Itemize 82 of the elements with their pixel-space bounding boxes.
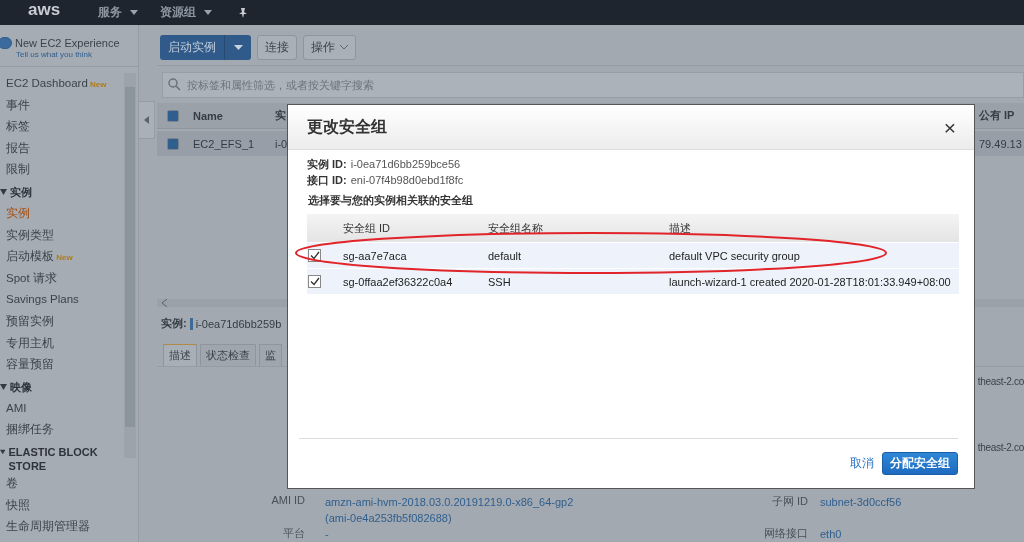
table-cell: launch-wizard-1 created 2020-01-28T18:01:33.949+08:00 <box>669 275 951 288</box>
field-label: AMI ID <box>271 494 305 506</box>
tab[interactable]: 描述 <box>163 344 197 366</box>
field-label: 子网 ID <box>771 495 808 507</box>
checkbox[interactable] <box>308 275 321 288</box>
sidebar-item[interactable]: 限制 <box>0 159 124 181</box>
table-cell-text: default <box>488 249 523 262</box>
field-label: 实例 ID: <box>307 157 347 172</box>
checkbox[interactable] <box>167 137 179 150</box>
toggle-label: New EC2 Experience <box>15 37 120 49</box>
column-header[interactable]: Name <box>179 109 275 122</box>
table-cell: default VPC security group <box>669 249 800 262</box>
field-label: 网络接口 <box>764 527 808 539</box>
dialog-title: 更改安全组 <box>307 116 387 137</box>
expand-triangle-icon[interactable] <box>0 188 7 195</box>
caret-icon <box>204 10 212 15</box>
tab[interactable]: 监 <box>259 344 282 366</box>
section-title: 实例 <box>10 184 32 199</box>
sidebar-item[interactable]: 预留实例 <box>0 310 124 333</box>
prompt-text: 选择要与您的实例相关联的安全组 <box>308 194 474 208</box>
collapse-handle[interactable] <box>139 101 155 139</box>
sidebar-item[interactable]: 实例 <box>0 202 124 225</box>
actions-button[interactable]: 操作 <box>303 35 356 60</box>
table-cell-text: EC2_EFS_1 <box>192 137 256 150</box>
sidebar-item[interactable]: 报告 <box>0 137 124 160</box>
sidebar-item[interactable]: 标签 <box>0 116 124 138</box>
field-value: i-0ea71d6bb259bce56 <box>350 157 461 172</box>
nav-menu[interactable]: 资源组 <box>160 4 212 21</box>
caret-icon <box>340 45 348 50</box>
field-value: subnet-3d0ccf56 <box>820 495 903 510</box>
table-cell-text: sg-0ffaa2ef36322c0a4 <box>343 275 454 288</box>
cancel-link[interactable]: 取消 <box>850 452 874 475</box>
sidebar-item[interactable]: 卷 <box>0 472 124 495</box>
table-cell-text: i-0 <box>275 137 289 150</box>
left-triangle-icon <box>144 116 149 124</box>
section-title: 映像 <box>10 379 32 394</box>
caret-icon <box>130 10 138 15</box>
connect-button[interactable]: 连接 <box>257 35 297 60</box>
feedback-link[interactable]: Tell us what you think <box>0 50 138 59</box>
table-cell-text: 79.49.13 <box>978 137 1022 150</box>
field-value: eni-07f4b98d0ebd1f8fc <box>350 173 464 188</box>
sidebar-item[interactable]: 捆绑任务 <box>0 419 124 441</box>
caret-icon[interactable] <box>233 45 243 50</box>
pin-icon[interactable] <box>238 7 248 18</box>
launch-button[interactable]: 启动实例 <box>160 35 251 60</box>
field-label: 接口 ID: <box>307 173 347 188</box>
column-header: 安全组名称 <box>488 220 544 236</box>
field-value: (ami-0e4a253fb5f082688) <box>325 511 453 526</box>
field-label: 平台 <box>283 527 305 539</box>
sidebar-item[interactable]: Spot 请求 <box>0 267 124 290</box>
sidebar-item[interactable]: 实例类型 <box>0 224 124 247</box>
sidebar-item[interactable]: 容量预留 <box>0 354 124 376</box>
field-value: theast-2.co <box>977 441 1024 455</box>
assign-button[interactable]: 分配安全组 <box>882 452 958 475</box>
instance-id: i-0ea71d6bb259b <box>195 317 282 330</box>
sidebar-item[interactable]: 事件 <box>0 94 124 117</box>
column-header: 安全组 ID <box>343 220 392 236</box>
sidebar-item[interactable]: EC2 Dashboard New <box>0 73 124 95</box>
sidebar-item[interactable]: AMI <box>0 397 124 420</box>
close-button[interactable]: × <box>943 116 956 138</box>
checkbox[interactable] <box>167 109 179 122</box>
column-header: 描述 <box>669 220 691 236</box>
field-value: - <box>325 527 330 542</box>
aws-logo[interactable]: aws <box>28 0 76 20</box>
field-value: eth0 <box>820 527 843 542</box>
nav-menu[interactable]: 服务 <box>98 4 138 21</box>
section-title: ELASTIC BLOCK STORE <box>8 444 99 473</box>
table-cell-text: sg-aa7e7aca <box>343 249 408 262</box>
tab[interactable]: 状态检查 <box>200 344 256 366</box>
instance-label: 实例: <box>161 316 187 331</box>
expand-triangle-icon[interactable] <box>0 383 7 390</box>
sidebar-item[interactable]: 专用主机 <box>0 332 124 355</box>
sidebar-item[interactable]: 快照 <box>0 494 124 517</box>
field-value: theast-2.co <box>977 375 1024 389</box>
scrollbar[interactable] <box>124 73 136 458</box>
field-value: amzn-ami-hvm-2018.03.0.20191219.0-x86_64-gp2 <box>325 495 575 510</box>
sidebar-item[interactable]: 启动模板 New <box>0 246 124 268</box>
expand-triangle-icon[interactable] <box>0 448 6 455</box>
sidebar-item[interactable]: Savings Plans <box>0 289 124 311</box>
table-cell-text: SSH <box>488 275 512 288</box>
toggle-switch[interactable] <box>0 37 12 49</box>
sidebar-item[interactable]: 生命周期管理器 <box>0 516 124 538</box>
